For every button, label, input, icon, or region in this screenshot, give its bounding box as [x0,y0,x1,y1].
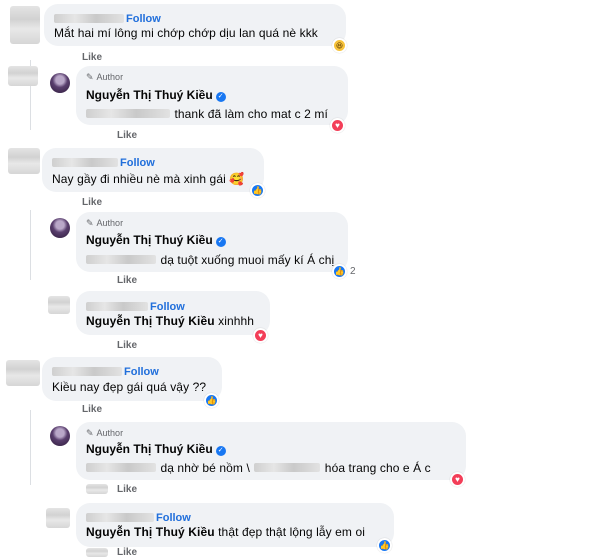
avatar [48,296,70,314]
like-button[interactable]: Like [82,404,102,415]
like-reaction-icon[interactable]: 👍 [204,393,219,408]
love-reaction-icon[interactable]: ♥ [253,328,268,343]
mention-name[interactable] [86,463,156,473]
author-avatar[interactable] [50,426,70,446]
haha-reaction-icon[interactable]: 😆 [332,38,347,53]
follow-button[interactable]: Follow [150,301,185,313]
commenter-name[interactable] [52,158,118,168]
avatar[interactable] [8,148,40,174]
comment-bubble: Follow Nguyễn Thị Thuý Kiều thật đẹp thậ… [76,503,394,547]
comment-bubble: ✎ Author Nguyễn Thị Thuý Kiều ✓ dạ tuột xu… [76,212,348,272]
commenter-name[interactable] [52,367,122,377]
like-reaction-icon[interactable]: 👍 [332,264,347,279]
commenter-name[interactable] [86,513,154,523]
comment-text: thank đã làm cho mat c 2 mí [174,107,328,121]
pen-icon: ✎ [86,218,94,228]
comment-text: hóa trang cho e Á c [324,461,431,475]
comment-text: Kiều nay đẹp gái quá vậy ?? [52,380,207,394]
commenter-name[interactable] [86,302,148,312]
avatar[interactable] [6,360,40,386]
author-name[interactable]: Nguyễn Thị Thuý Kiều ✓ [86,442,226,456]
like-reaction-icon[interactable]: 👍 [377,538,392,553]
love-reaction-icon[interactable]: ♥ [450,472,465,487]
comment-text: Mắt hai mí lông mi chớp chớp dịu lan quá… [54,26,318,40]
comment-bubble: Follow Nay gầy đi nhiều nè mà xinh gái 🥰 [42,148,264,192]
author-badge: ✎ Author [86,218,124,228]
follow-button[interactable]: Follow [124,366,159,378]
like-button[interactable]: Like [117,130,137,141]
like-button[interactable]: Like [117,547,137,558]
like-button[interactable]: Like [117,484,137,495]
avatar [8,66,38,86]
comment-bubble: ✎ Author Nguyễn Thị Thuý Kiều ✓ thank đã l… [76,66,348,125]
verified-icon: ✓ [215,92,226,102]
avatar[interactable] [10,6,40,44]
author-name[interactable]: Nguyễn Thị Thuý Kiều ✓ [86,88,226,102]
author-badge: ✎ Author [86,428,124,438]
smiling-hearts-emoji: 🥰 [229,172,245,186]
mention-name[interactable] [254,463,321,473]
verified-icon: ✓ [215,237,226,247]
mentioned-author[interactable]: Nguyễn Thị Thuý Kiều [86,525,215,539]
commenter-name[interactable] [54,14,124,24]
comment-bubble: Follow Kiều nay đẹp gái quá vậy ?? [42,357,222,401]
author-name[interactable]: Nguyễn Thị Thuý Kiều ✓ [86,233,226,247]
follow-button[interactable]: Follow [156,512,191,524]
follow-button[interactable]: Follow [120,157,155,169]
comment-bubble: Follow Nguyễn Thị Thuý Kiều xinhhh [76,291,270,335]
comment-text: Nay gầy đi nhiều nè mà xinh gái 🥰 [52,172,245,186]
mention-name[interactable] [86,255,156,265]
comment-text: dạ nhờ bé nồm \ [160,461,250,475]
avatar [86,484,108,494]
comment-bubble: Follow Mắt hai mí lông mi chớp chớp dịu … [44,4,346,46]
comment-text: Nguyễn Thị Thuý Kiều thật đẹp thật lộng … [86,525,366,539]
author-avatar[interactable] [50,218,70,238]
verified-icon: ✓ [215,446,226,456]
love-reaction-icon[interactable]: ♥ [330,118,345,133]
author-badge: ✎ Author [86,72,124,82]
author-avatar[interactable] [50,73,70,93]
like-button[interactable]: Like [117,275,137,286]
like-button[interactable]: Like [117,340,137,351]
pen-icon: ✎ [86,72,94,82]
follow-button[interactable]: Follow [126,13,161,25]
like-button[interactable]: Like [82,52,102,63]
avatar [46,508,70,528]
like-button[interactable]: Like [82,197,102,208]
mentioned-author[interactable]: Nguyễn Thị Thuý Kiều [86,314,215,328]
like-reaction-icon[interactable]: 👍 [250,183,265,198]
reaction-count: 2 [350,266,356,277]
avatar [86,548,108,557]
mention-name[interactable] [86,109,170,119]
comment-bubble: ✎ Author Nguyễn Thị Thuý Kiều ✓ dạ nhờ bé … [76,422,466,480]
pen-icon: ✎ [86,428,94,438]
comment-text: Nguyễn Thị Thuý Kiều xinhhh [86,314,255,328]
thread-line [30,210,31,280]
comment-text: dạ tuột xuống muoi mấy kí Á chị [160,253,335,267]
thread-line [30,410,31,485]
